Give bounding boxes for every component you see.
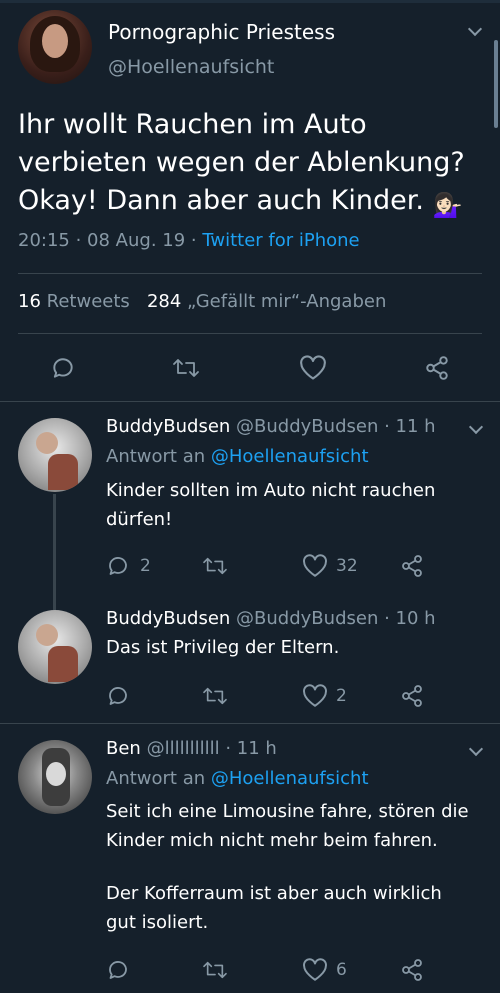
avatar[interactable] [18,10,92,84]
like-count: 32 [336,556,358,576]
main-tweet: Pornographic Priestess @Hoellenaufsicht … [0,0,500,402]
heart-icon[interactable] [302,554,328,578]
reply-handle[interactable]: @BuddyBudsen [236,608,378,629]
author-display-name[interactable]: Pornographic Priestess [108,20,335,44]
divider [0,723,500,724]
thread-line [53,494,56,610]
reply-header: BuddyBudsen @BuddyBudsen · 10 h [106,608,436,629]
tweet-meta: 20:15 · 08 Aug. 19 · Twitter for iPhone [18,230,360,251]
avatar[interactable] [18,610,92,684]
reply-text: Das ist Privileg der Eltern. [106,637,340,658]
reply-icon[interactable] [106,958,130,982]
share-icon[interactable] [400,684,424,708]
heart-icon[interactable] [302,958,328,982]
reply-time: 11 h [236,738,277,759]
tweet-body: Ihr wollt Rauchen im Auto verbieten wege… [18,109,465,216]
heart-icon[interactable] [302,684,328,708]
retweet-count[interactable]: 16 [18,291,41,312]
share-icon[interactable] [424,355,450,381]
reply-display-name[interactable]: BuddyBudsen [106,416,230,437]
separator-dot: · [219,738,237,759]
share-icon[interactable] [400,554,424,578]
avatar[interactable] [18,418,92,492]
reply-header: BuddyBudsen @BuddyBudsen · 11 h [106,416,436,437]
reply-text: Der Kofferraum ist aber auch wirklich gu… [106,883,442,933]
retweet-label[interactable]: Retweets [47,291,130,312]
reply-to: Antwort an @Hoellenaufsicht [106,768,369,789]
reply-icon[interactable] [106,554,130,578]
tweet-time: 20:15 [18,230,70,251]
reply-time: 11 h [395,416,436,437]
like-label[interactable]: „Gefällt mir“-Angaben [187,291,386,312]
separator-dot: · [69,230,88,251]
like-count: 6 [336,960,347,980]
reply-handle[interactable]: @BuddyBudsen [236,416,378,437]
reply-to-handle[interactable]: @Hoellenaufsicht [211,768,369,789]
reply-icon[interactable] [50,355,76,381]
reply-handle[interactable]: @lllllllllll [147,738,220,759]
reply-to: Antwort an @Hoellenaufsicht [106,446,369,467]
tweet-date: 08 Aug. 19 [87,230,186,251]
reply-header: Ben @lllllllllll · 11 h [106,738,277,759]
emoji: 💁🏻‍♀️ [432,191,463,219]
divider [18,333,482,334]
reply-icon[interactable] [106,684,130,708]
tweet-source-link[interactable]: Twitter for iPhone [202,230,359,251]
chevron-down-icon[interactable] [468,741,484,757]
retweet-icon[interactable] [172,356,200,380]
chevron-down-icon[interactable] [467,21,483,37]
tweet-stats: 16 Retweets 284 „Gefällt mir“-Angaben [18,291,386,312]
chevron-down-icon[interactable] [468,419,484,435]
retweet-icon[interactable] [202,685,228,707]
separator-dot: · [378,416,396,437]
separator-dot: · [185,230,203,251]
reply-display-name[interactable]: BuddyBudsen [106,608,230,629]
tweet-text: Ihr wollt Rauchen im Auto verbieten wege… [18,106,488,224]
heart-icon[interactable] [299,355,327,381]
reply-text: Kinder sollten im Auto nicht rauchen dür… [106,480,436,530]
reply-to-label: Antwort an [106,768,206,789]
author-handle[interactable]: @Hoellenaufsicht [108,56,274,78]
like-count: 2 [336,686,347,706]
reply-count: 2 [140,556,151,576]
share-icon[interactable] [400,958,424,982]
retweet-icon[interactable] [202,555,228,577]
like-count[interactable]: 284 [147,291,181,312]
retweet-icon[interactable] [202,959,228,981]
reply-display-name[interactable]: Ben [106,738,141,759]
reply-to-label: Antwort an [106,446,206,467]
separator-dot: · [378,608,396,629]
reply-text: Seit ich eine Limousine fahre, stören di… [106,801,469,851]
avatar[interactable] [18,740,92,814]
divider [18,273,482,274]
reply-to-handle[interactable]: @Hoellenaufsicht [211,446,369,467]
reply-time: 10 h [395,608,436,629]
